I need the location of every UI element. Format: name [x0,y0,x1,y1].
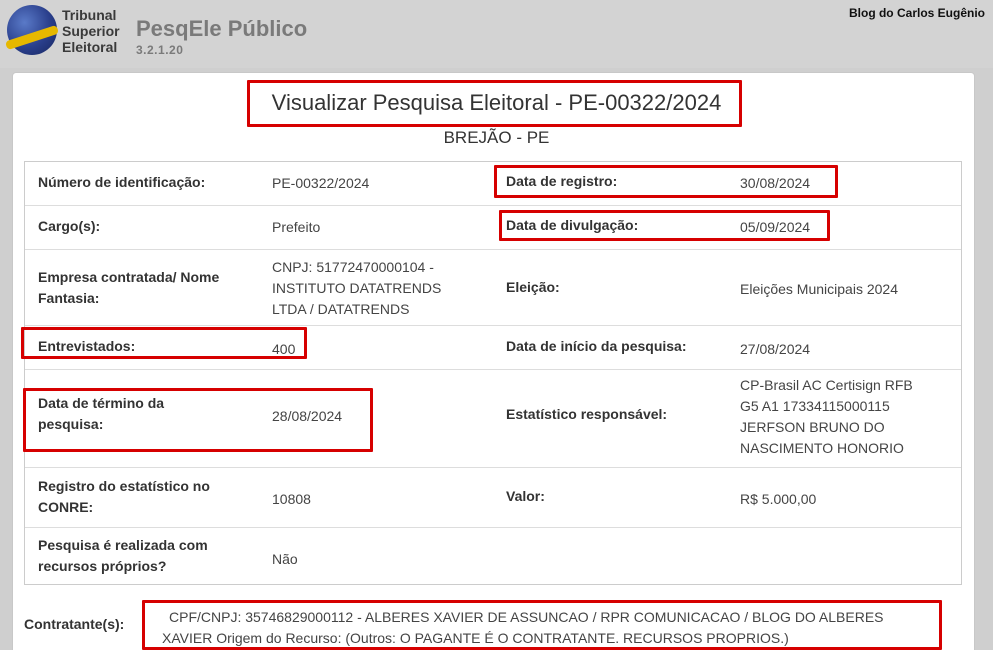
empresa-value-line: INSTITUTO DATATRENDS [272,280,442,296]
conre-label-line: Registro do estatístico no [38,478,210,494]
estatistico-value-line: G5 A1 17334115000115 [740,398,890,414]
app-title: PesqEle Público [136,16,308,41]
data-divulgacao-label: Data de divulgação: [506,217,639,233]
logo-line-3: Eleitoral [62,39,118,55]
contratante-label: Contratante(s): [24,616,125,632]
empresa-label: Empresa contratada/ Nome Fantasia: [38,267,219,309]
empresa-label-line: Empresa contratada/ Nome [38,269,220,285]
data-divulgacao-value: 05/09/2024 [740,219,811,235]
valor-value: R$ 5.000,00 [740,491,817,507]
app-header: Tribunal Superior Eleitoral PesqEle Públ… [0,0,993,68]
table-row: Data de término da pesquisa: 28/08/2024 … [25,369,961,467]
data-termino-label-line: pesquisa: [38,416,104,432]
numero-value: PE-00322/2024 [272,175,370,191]
valor-label: Valor: [506,488,545,504]
cargo-value: Prefeito [272,219,321,235]
cargo-label: Cargo(s): [38,218,101,234]
empresa-value-line: CNPJ: 51772470000104 - [272,259,434,275]
contratante-value-line: XAVIER Origem do Recurso: (Outros: O PAG… [162,630,789,646]
estatistico-value-line: CP-Brasil AC Certisign RFB [740,377,913,393]
data-termino-label: Data de término da pesquisa: [38,393,164,435]
table-row: Empresa contratada/ Nome Fantasia: CNPJ:… [25,249,961,325]
tse-logo-text: Tribunal Superior Eleitoral [62,7,120,55]
contratante-value-line: CPF/CNPJ: 35746829000112 - ALBERES XAVIE… [169,609,884,625]
table-row: Registro do estatístico no CONRE: 10808 … [25,467,961,527]
data-registro-label: Data de registro: [506,173,618,189]
recursos-label-line: Pesquisa é realizada com [38,537,208,553]
survey-info-table: Número de identificação: PE-00322/2024 D… [24,161,962,585]
entrevistados-value: 400 [272,341,296,357]
app-version: 3.2.1.20 [136,43,184,57]
conre-label-line: CONRE: [38,499,94,515]
table-row: Entrevistados: 400 Data de início da pes… [25,325,961,369]
logo-line-1: Tribunal [62,7,117,23]
entrevistados-label: Entrevistados: [38,338,136,354]
data-inicio-label: Data de início da pesquisa: [506,338,687,354]
page-title: Visualizar Pesquisa Eleitoral - PE-00322… [271,90,722,115]
data-termino-value: 28/08/2024 [272,408,343,424]
blog-watermark: Blog do Carlos Eugênio [848,6,985,20]
eleicao-label: Eleição: [506,279,560,295]
recursos-label-line: recursos próprios? [38,558,167,574]
table-row: Número de identificação: PE-00322/2024 D… [25,162,961,205]
logo-line-2: Superior [62,23,120,39]
empresa-value: CNPJ: 51772470000104 - INSTITUTO DATATRE… [272,257,441,320]
contratante-value: CPF/CNPJ: 35746829000112 - ALBERES XAVIE… [162,607,942,649]
estatistico-label: Estatístico responsável: [506,406,668,422]
data-registro-value: 30/08/2024 [740,175,811,191]
conre-label: Registro do estatístico no CONRE: [38,476,210,518]
estatistico-value: CP-Brasil AC Certisign RFB G5 A1 1733411… [740,375,913,459]
numero-label: Número de identificação: [38,174,206,190]
table-row: Pesquisa é realizada com recursos própri… [25,527,961,584]
recursos-value: Não [272,551,298,567]
conre-value: 10808 [272,491,311,507]
tse-logo-icon [4,5,60,55]
page-subtitle: BREJÃO - PE [443,128,550,147]
table-row: Cargo(s): Prefeito Data de divulgação: 0… [25,205,961,249]
eleicao-value: Eleições Municipais 2024 [740,281,898,297]
empresa-label-line: Fantasia: [38,290,100,306]
recursos-label: Pesquisa é realizada com recursos própri… [38,535,208,577]
estatistico-value-line: NASCIMENTO HONORIO [740,440,904,456]
data-termino-label-line: Data de término da [38,395,165,411]
estatistico-value-line: JERFSON BRUNO DO [740,419,885,435]
empresa-value-line: LTDA / DATATRENDS [272,301,410,317]
data-inicio-value: 27/08/2024 [740,341,811,357]
